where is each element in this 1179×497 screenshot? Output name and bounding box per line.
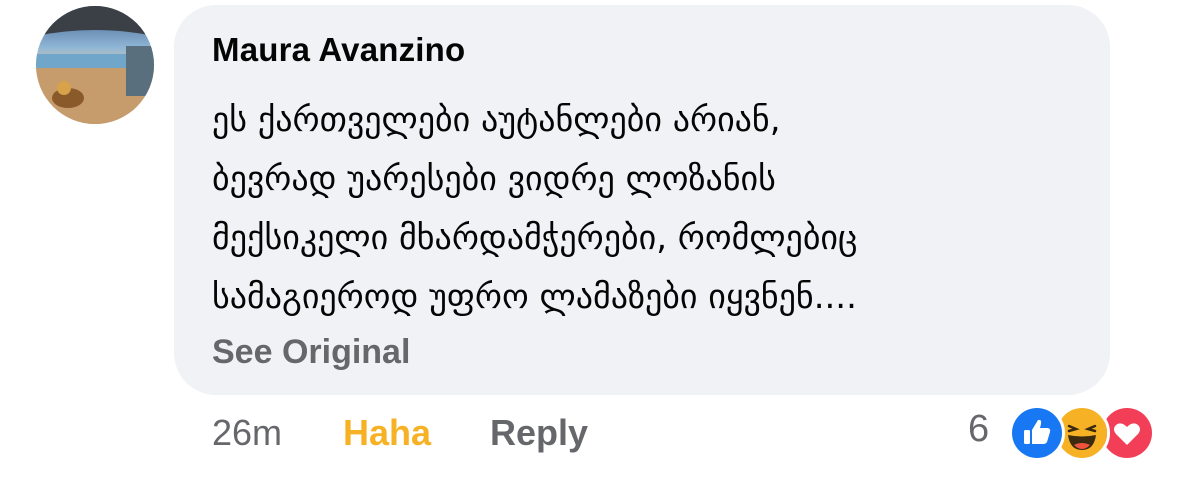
comment-timestamp[interactable]: 26m xyxy=(212,413,282,453)
reaction-count[interactable]: 6 xyxy=(968,408,989,451)
haha-reaction-button[interactable]: Haha xyxy=(343,413,431,453)
avatar[interactable] xyxy=(36,6,154,124)
reply-button[interactable]: Reply xyxy=(490,413,588,453)
comment-text-line: ეს ქართველები აუტანლები არიან, xyxy=(212,100,781,140)
comment-bubble: Maura Avanzino ეს ქართველები აუტანლები ა… xyxy=(174,5,1110,395)
comment-text-line: მექსიკელი მხარდამჭერები, რომლებიც xyxy=(212,218,858,258)
comment-text: ეს ქართველები აუტანლები არიან, ბევრად უა… xyxy=(212,91,1092,327)
like-icon[interactable] xyxy=(1009,405,1065,461)
comment-text-line: სამაგიეროდ უფრო ლამაზები იყვნენ.... xyxy=(212,277,857,317)
see-original-link[interactable]: See Original xyxy=(212,333,410,372)
comment-text-line: ბევრად უარესები ვიდრე ლოზანის xyxy=(212,159,776,199)
comment-author[interactable]: Maura Avanzino xyxy=(212,31,465,69)
